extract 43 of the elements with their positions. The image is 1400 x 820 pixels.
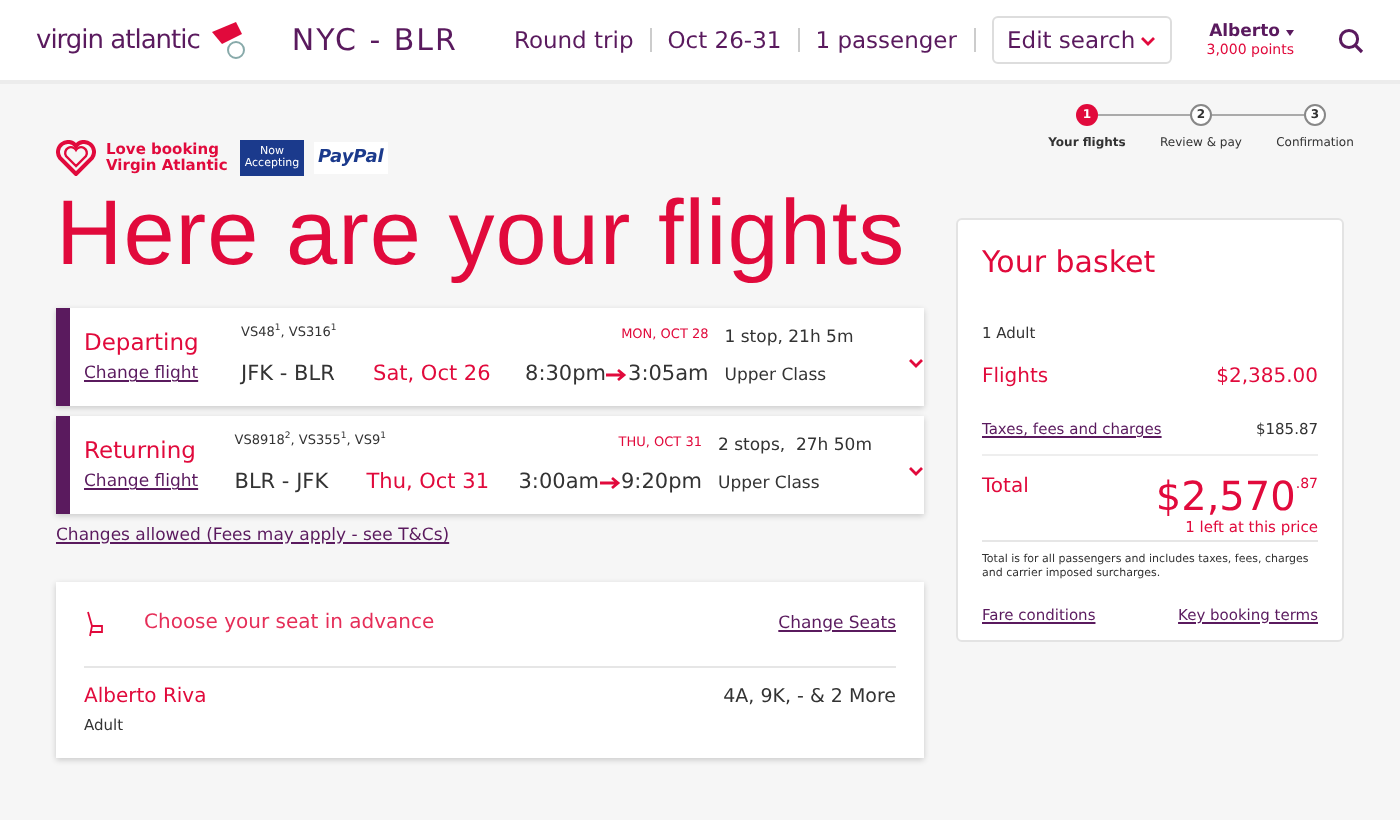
passenger-name: Alberto Riva bbox=[84, 685, 207, 708]
passenger-count: 1 passenger bbox=[815, 26, 957, 54]
route-title: NYC - BLR bbox=[291, 22, 458, 58]
change-flight-link[interactable]: Change flight bbox=[84, 472, 207, 493]
page-title: Here are your flights bbox=[56, 182, 908, 284]
departure-time: 8:30pm bbox=[525, 362, 607, 387]
user-name[interactable]: Alberto bbox=[1209, 22, 1280, 42]
changes-link[interactable]: Changes allowed (Fees may apply - see T&Cs) bbox=[56, 525, 450, 546]
stops-duration: 1 stop, 21h 5m bbox=[724, 327, 856, 348]
expand-icon bbox=[908, 465, 924, 476]
paypal-logo: PayPal bbox=[314, 142, 388, 175]
total-label: Total bbox=[982, 476, 1029, 498]
arrow-icon bbox=[606, 367, 629, 382]
brand-logo: virgin atlantic bbox=[36, 25, 200, 55]
departure-date: Thu, Oct 31 bbox=[366, 470, 492, 495]
flights-price: $2,385.00 bbox=[1216, 366, 1318, 388]
stops-duration: 2 stops, 27h 50m bbox=[717, 435, 872, 456]
cabin-class: Upper Class bbox=[717, 473, 822, 494]
route: BLR - JFK bbox=[234, 470, 331, 495]
direction-label: Returning bbox=[84, 436, 198, 465]
caret-icon bbox=[1286, 29, 1294, 35]
basket-title: Your basket bbox=[982, 244, 1158, 280]
arrival-time: 9:20pm bbox=[621, 470, 702, 495]
travel-dates: Oct 26-31 bbox=[667, 26, 782, 54]
arrow-icon bbox=[599, 475, 621, 490]
departure-time: 3:00am bbox=[518, 470, 599, 495]
route: JFK - BLR bbox=[241, 362, 337, 387]
edit-search-button[interactable]: Edit search bbox=[991, 16, 1172, 64]
seat-title: Choose your seat in advance bbox=[144, 612, 435, 635]
chevron-icon bbox=[1139, 35, 1156, 45]
seat-numbers: 4A, 9K, - & 2 More bbox=[723, 685, 896, 712]
arrival-time: 3:05am bbox=[628, 362, 709, 387]
search-icon[interactable] bbox=[1338, 27, 1364, 53]
trip-type: Round trip bbox=[513, 26, 634, 54]
departure-date: Sat, Oct 26 bbox=[373, 362, 493, 387]
flights-label: Flights bbox=[982, 366, 1049, 388]
expand-icon bbox=[908, 357, 924, 368]
change-flight-link[interactable]: Change flight bbox=[84, 364, 214, 385]
heart-icon bbox=[56, 140, 96, 177]
seat-icon bbox=[84, 609, 106, 638]
direction-label: Departing bbox=[84, 328, 201, 357]
cabin-class: Upper Class bbox=[724, 365, 829, 386]
change-seats-link[interactable]: Change Seats bbox=[778, 613, 896, 634]
